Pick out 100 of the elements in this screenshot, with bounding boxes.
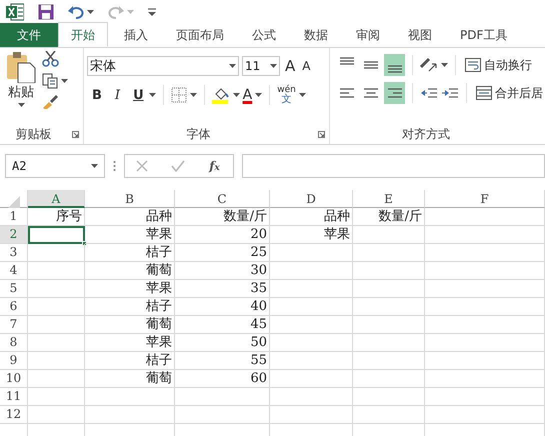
- row-header[interactable]: 12: [0, 406, 28, 424]
- table-cell: 50: [175, 334, 270, 352]
- table-cell: [28, 316, 85, 334]
- increase-indent-icon[interactable]: [441, 86, 459, 100]
- row-header[interactable]: 5: [0, 280, 28, 298]
- caret-icon[interactable]: [298, 93, 306, 98]
- table-cell: [28, 406, 85, 424]
- caret-icon[interactable]: [61, 79, 68, 83]
- table-cell: 苹果: [85, 280, 175, 298]
- ribbon-tab[interactable]: 开始: [58, 22, 108, 47]
- table-cell: 35: [175, 280, 270, 298]
- group-label: 字体: [186, 126, 212, 143]
- bold-button[interactable]: B: [90, 84, 104, 106]
- ribbon-tab[interactable]: 公式: [240, 23, 288, 47]
- dialog-launcher-icon[interactable]: [318, 131, 325, 138]
- row-header[interactable]: 2: [0, 226, 28, 244]
- merge-center-button[interactable]: 合并后居: [474, 83, 545, 103]
- copy-icon[interactable]: [42, 73, 58, 89]
- row-header[interactable]: 10: [0, 370, 28, 388]
- decrease-indent-icon[interactable]: [420, 86, 438, 100]
- ribbon-tab[interactable]: 页面布局: [164, 23, 236, 47]
- column-header[interactable]: E: [353, 190, 425, 208]
- font-size-field[interactable]: 11: [242, 56, 280, 76]
- borders-icon[interactable]: [170, 87, 187, 104]
- font-name-field[interactable]: 宋体: [87, 56, 239, 76]
- ribbon-tab[interactable]: 审阅: [344, 23, 392, 47]
- table-cell: [353, 352, 425, 370]
- font-color-button[interactable]: A: [242, 88, 252, 102]
- align-lines-icon: [364, 61, 378, 69]
- underline-button[interactable]: U: [131, 84, 146, 106]
- table-cell: 葡萄: [85, 370, 175, 388]
- fill-handle[interactable]: [82, 241, 87, 246]
- column-header[interactable]: C: [175, 190, 270, 208]
- caret-icon[interactable]: [91, 164, 98, 168]
- italic-button[interactable]: I: [112, 84, 122, 106]
- column-header[interactable]: A: [28, 190, 85, 208]
- column-header[interactable]: F: [425, 190, 545, 208]
- file-menu-button[interactable]: 文件: [0, 23, 58, 47]
- row-header[interactable]: 3: [0, 244, 28, 262]
- row-header[interactable]: 9: [0, 352, 28, 370]
- vertical-align-button[interactable]: [384, 54, 405, 76]
- table-cell: [28, 352, 85, 370]
- caret-icon[interactable]: [255, 93, 262, 98]
- excel-logo-icon: [6, 3, 24, 21]
- row-header[interactable]: 6: [0, 298, 28, 316]
- ribbon-tab[interactable]: 视图: [396, 23, 444, 47]
- align-lines-icon: [340, 57, 354, 65]
- caret-icon[interactable]: [148, 93, 156, 98]
- paste-button[interactable]: 粘贴: [6, 51, 36, 124]
- shrink-font-button[interactable]: A: [300, 56, 312, 76]
- table-cell: [353, 280, 425, 298]
- table-cell: 45: [175, 316, 270, 334]
- caret-icon[interactable]: [190, 93, 197, 98]
- check-icon[interactable]: [170, 160, 185, 172]
- dialog-launcher-icon[interactable]: [72, 131, 79, 138]
- grow-font-button[interactable]: A: [283, 54, 298, 78]
- caret-icon[interactable]: [229, 64, 236, 68]
- caret-icon[interactable]: [18, 102, 24, 106]
- group-label: 对齐方式: [401, 126, 451, 143]
- table-cell: [353, 388, 425, 406]
- active-cell[interactable]: [28, 226, 85, 244]
- row-header[interactable]: 4: [0, 262, 28, 280]
- table-cell: 品种: [270, 208, 353, 226]
- row-header[interactable]: 11: [0, 388, 28, 406]
- undo-icon[interactable]: [68, 5, 84, 19]
- customize-icon[interactable]: [148, 8, 156, 16]
- table-cell: [353, 334, 425, 352]
- horizontal-align-button[interactable]: [384, 82, 405, 104]
- caret-icon[interactable]: [232, 93, 240, 98]
- table-cell: [353, 406, 425, 424]
- table-cell: 55: [175, 352, 270, 370]
- save-icon[interactable]: [38, 4, 54, 20]
- orientation-icon[interactable]: [420, 57, 438, 73]
- table-cell: [28, 370, 85, 388]
- caret-icon[interactable]: [270, 64, 277, 68]
- table-cell: 40: [175, 298, 270, 316]
- table-cell: [28, 280, 85, 298]
- row-header[interactable]: 7: [0, 316, 28, 334]
- ribbon-tab[interactable]: 数据: [292, 23, 340, 47]
- insert-function-button[interactable]: f$_{x}$: [207, 156, 222, 176]
- ribbon-tab[interactable]: PDF工具: [448, 23, 520, 47]
- row-header[interactable]: 8: [0, 334, 28, 352]
- table-cell: [28, 298, 85, 316]
- formula-input-field[interactable]: [242, 154, 545, 178]
- phonetic-button[interactable]: wén 文: [277, 85, 296, 106]
- table-cell: [28, 334, 85, 352]
- column-header[interactable]: B: [85, 190, 175, 208]
- caret-icon[interactable]: [87, 10, 94, 14]
- wrap-text-button[interactable]: 自动换行: [463, 55, 534, 75]
- table-cell: 桔子: [85, 352, 175, 370]
- caret-icon[interactable]: [441, 63, 448, 67]
- fill-color-icon[interactable]: [212, 86, 230, 104]
- scissors-icon[interactable]: [42, 51, 60, 67]
- format-painter-icon[interactable]: [42, 95, 58, 109]
- align-lines-icon: [388, 88, 402, 98]
- name-box[interactable]: A2: [5, 154, 105, 178]
- column-header[interactable]: D: [270, 190, 353, 208]
- table-cell: 桔子: [85, 298, 175, 316]
- table-cell: 葡萄: [85, 316, 175, 334]
- ribbon-tab[interactable]: 插入: [112, 23, 160, 47]
